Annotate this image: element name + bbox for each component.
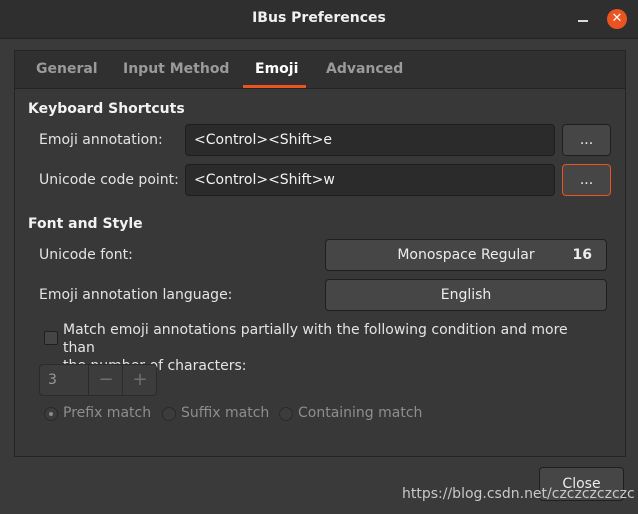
- partial-match-checkbox[interactable]: [44, 331, 58, 345]
- emoji-annotation-shortcut-field[interactable]: <Control><Shift>e: [185, 124, 555, 156]
- title-bar: IBus Preferences ✕: [0, 0, 638, 39]
- characters-count-spinner[interactable]: 3 − +: [39, 364, 157, 396]
- minimize-icon[interactable]: [574, 10, 592, 28]
- emoji-annotation-edit-button[interactable]: ...: [562, 124, 611, 156]
- tab-advanced[interactable]: Advanced: [326, 61, 403, 77]
- window-title: IBus Preferences: [252, 10, 386, 26]
- suffix-match-label[interactable]: Suffix match: [181, 405, 269, 421]
- unicode-font-size: 16: [572, 247, 592, 263]
- prefix-match-label[interactable]: Prefix match: [63, 405, 151, 421]
- unicode-code-point-label: Unicode code point:: [39, 172, 179, 188]
- font-and-style-heading: Font and Style: [28, 216, 143, 232]
- prefix-match-radio[interactable]: [44, 407, 58, 421]
- keyboard-shortcuts-heading: Keyboard Shortcuts: [28, 101, 185, 117]
- unicode-font-button[interactable]: Monospace Regular 16: [325, 239, 607, 271]
- emoji-annotation-language-label: Emoji annotation language:: [39, 287, 233, 303]
- unicode-code-point-edit-button[interactable]: ...: [562, 164, 611, 196]
- containing-match-radio[interactable]: [279, 407, 293, 421]
- active-tab-indicator: [243, 85, 306, 88]
- suffix-match-radio[interactable]: [162, 407, 176, 421]
- decrement-button[interactable]: −: [88, 365, 123, 395]
- tab-emoji[interactable]: Emoji: [255, 61, 298, 77]
- emoji-annotation-language-button[interactable]: English: [325, 279, 607, 311]
- increment-button[interactable]: +: [122, 365, 157, 395]
- close-window-button[interactable]: ✕: [607, 9, 627, 29]
- unicode-code-point-shortcut-field[interactable]: <Control><Shift>w: [185, 164, 555, 196]
- tab-general[interactable]: General: [36, 61, 98, 77]
- tab-input-method[interactable]: Input Method: [123, 61, 229, 77]
- preferences-notebook: General Input Method Emoji Advanced Keyb…: [14, 50, 626, 457]
- emoji-annotation-label: Emoji annotation:: [39, 132, 163, 148]
- watermark-text: https://blog.csdn.net/czczczczczc: [402, 486, 635, 502]
- tab-bar: General Input Method Emoji Advanced: [15, 51, 625, 89]
- unicode-font-label: Unicode font:: [39, 247, 133, 263]
- partial-match-label-line1: Match emoji annotations partially with t…: [63, 322, 568, 356]
- characters-count-value[interactable]: 3: [48, 372, 57, 388]
- unicode-font-name: Monospace Regular: [397, 247, 535, 263]
- containing-match-label[interactable]: Containing match: [298, 405, 422, 421]
